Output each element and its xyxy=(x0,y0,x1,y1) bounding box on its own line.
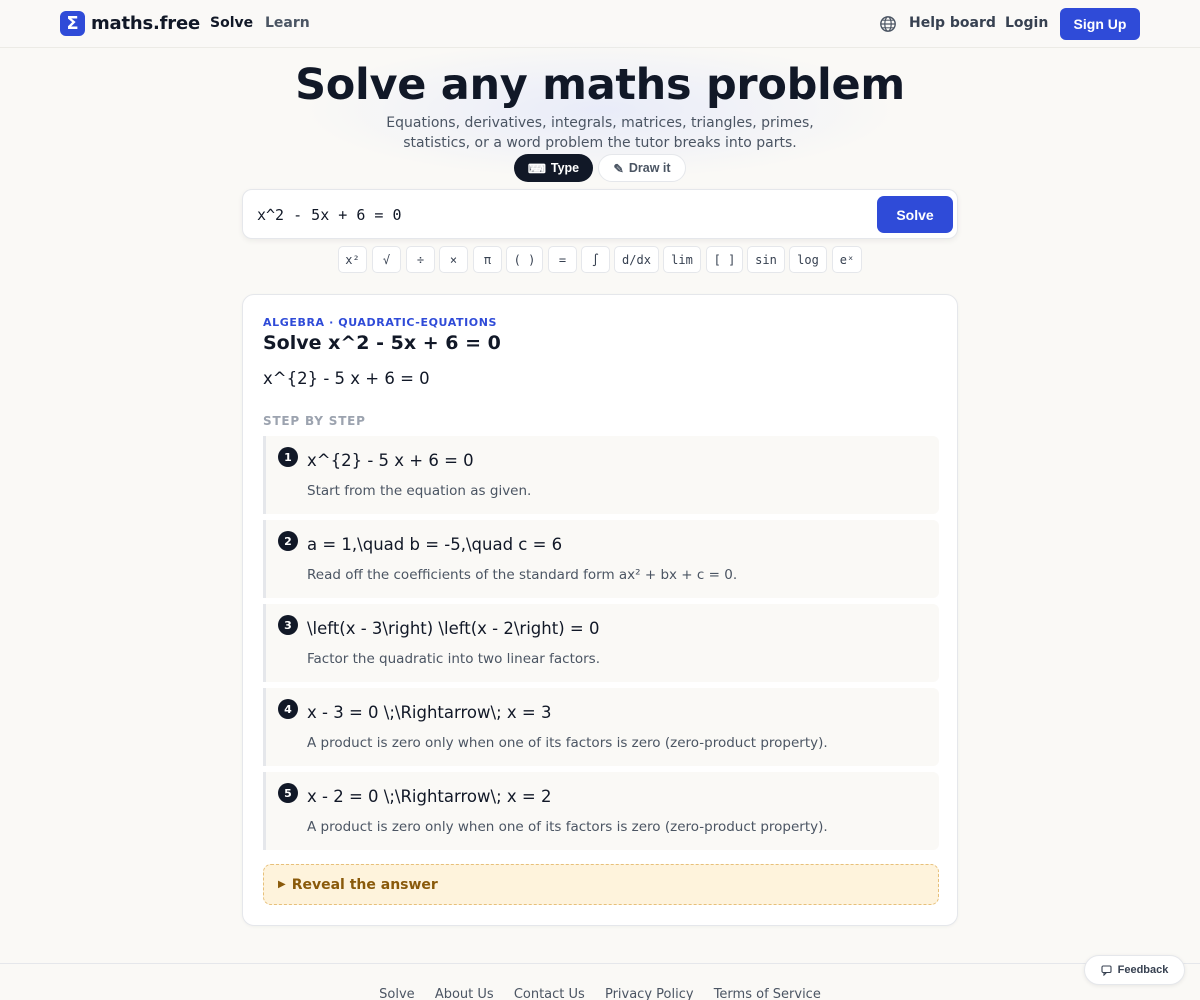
key-sqrt[interactable]: √ xyxy=(372,246,401,273)
footer-links: Solve About Us Contact Us Privacy Policy… xyxy=(0,987,1200,1000)
chat-bubble-icon xyxy=(1101,964,1112,976)
step-item: 4 x - 3 = 0 \;\Rightarrow\; x = 3 A prod… xyxy=(263,688,939,766)
footer-link-solve[interactable]: Solve xyxy=(379,987,415,1000)
reveal-answer-toggle[interactable]: ▶ Reveal the answer xyxy=(263,864,939,905)
key-exp[interactable]: eˣ xyxy=(832,246,862,273)
key-log[interactable]: log xyxy=(789,246,827,273)
key-brackets[interactable]: [ ] xyxy=(706,246,743,273)
pencil-icon: ✎ xyxy=(613,161,624,176)
steps-heading: STEP BY STEP xyxy=(263,414,366,428)
step-math: x^{2} - 5 x + 6 = 0 xyxy=(307,451,474,470)
sign-up-button[interactable]: Sign Up xyxy=(1060,8,1140,40)
key-limit[interactable]: lim xyxy=(663,246,701,273)
mode-draw-button[interactable]: ✎ Draw it xyxy=(598,154,686,182)
site-logo[interactable]: Σ maths.free xyxy=(60,11,200,36)
login-link[interactable]: Login xyxy=(1005,15,1048,31)
key-sin[interactable]: sin xyxy=(747,246,785,273)
math-keypad: x² √ ÷ × π ( ) = ∫ d/dx lim [ ] sin log … xyxy=(0,246,1200,274)
footer-link-privacy[interactable]: Privacy Policy xyxy=(605,987,694,1000)
step-explanation: Start from the equation as given. xyxy=(307,483,532,499)
nav-solve[interactable]: Solve xyxy=(210,15,253,31)
result-card: ALGEBRA · QUADRATIC-EQUATIONS Solve x^2 … xyxy=(242,294,958,926)
step-item: 2 a = 1,\quad b = -5,\quad c = 6 Read of… xyxy=(263,520,939,598)
step-math: \left(x - 3\right) \left(x - 2\right) = … xyxy=(307,619,600,638)
reveal-answer-label: Reveal the answer xyxy=(291,876,438,893)
step-math: x - 2 = 0 \;\Rightarrow\; x = 2 xyxy=(307,787,552,806)
step-number-badge: 4 xyxy=(278,699,298,719)
step-explanation: Read off the coefficients of the standar… xyxy=(307,567,738,583)
page-subtitle: Equations, derivatives, integrals, matri… xyxy=(386,115,814,151)
sigma-logo-icon: Σ xyxy=(60,11,85,36)
help-board-link[interactable]: Help board xyxy=(909,15,996,31)
feedback-label: Feedback xyxy=(1117,964,1169,976)
key-square[interactable]: x² xyxy=(338,246,367,273)
step-number-badge: 5 xyxy=(278,783,298,803)
key-parentheses[interactable]: ( ) xyxy=(506,246,543,273)
feedback-button[interactable]: Feedback xyxy=(1084,955,1185,985)
problem-input-box: Solve xyxy=(242,189,958,239)
key-equals[interactable]: = xyxy=(548,246,577,273)
step-item: 3 \left(x - 3\right) \left(x - 2\right) … xyxy=(263,604,939,682)
problem-input[interactable] xyxy=(257,202,857,228)
step-explanation: A product is zero only when one of its f… xyxy=(307,735,828,751)
problem-title: Solve x^2 - 5x + 6 = 0 xyxy=(263,332,501,354)
mode-draw-label: Draw it xyxy=(628,161,671,175)
solve-button[interactable]: Solve xyxy=(877,196,953,233)
problem-latex: x^{2} - 5 x + 6 = 0 xyxy=(263,369,430,388)
step-number-badge: 2 xyxy=(278,531,298,551)
step-explanation: Factor the quadratic into two linear fac… xyxy=(307,651,600,667)
key-integral[interactable]: ∫ xyxy=(581,246,610,273)
triangle-right-icon: ▶ xyxy=(278,879,286,890)
step-number-badge: 3 xyxy=(278,615,298,635)
footer-link-terms[interactable]: Terms of Service xyxy=(714,987,821,1000)
key-pi[interactable]: π xyxy=(473,246,502,273)
key-derivative[interactable]: d/dx xyxy=(614,246,659,273)
nav-learn[interactable]: Learn xyxy=(265,15,310,31)
mode-type-label: Type xyxy=(550,161,580,175)
step-explanation: A product is zero only when one of its f… xyxy=(307,819,828,835)
step-item: 5 x - 2 = 0 \;\Rightarrow\; x = 2 A prod… xyxy=(263,772,939,850)
step-math: x - 3 = 0 \;\Rightarrow\; x = 3 xyxy=(307,703,552,722)
page-title: Solve any maths problem xyxy=(295,60,905,110)
step-item: 1 x^{2} - 5 x + 6 = 0 Start from the equ… xyxy=(263,436,939,514)
step-math: a = 1,\quad b = -5,\quad c = 6 xyxy=(307,535,563,554)
footer-link-contact[interactable]: Contact Us xyxy=(514,987,585,1000)
key-divide[interactable]: ÷ xyxy=(406,246,435,273)
globe-icon[interactable] xyxy=(879,15,897,33)
footer-link-about[interactable]: About Us xyxy=(435,987,494,1000)
footer-divider xyxy=(0,963,1200,964)
mode-type-button[interactable]: ⌨ Type xyxy=(514,154,593,182)
logo-text: maths.free xyxy=(91,13,200,34)
topic-label: ALGEBRA · QUADRATIC-EQUATIONS xyxy=(263,316,498,329)
keyboard-icon: ⌨ xyxy=(527,161,546,176)
key-multiply[interactable]: × xyxy=(439,246,468,273)
step-number-badge: 1 xyxy=(278,447,298,467)
